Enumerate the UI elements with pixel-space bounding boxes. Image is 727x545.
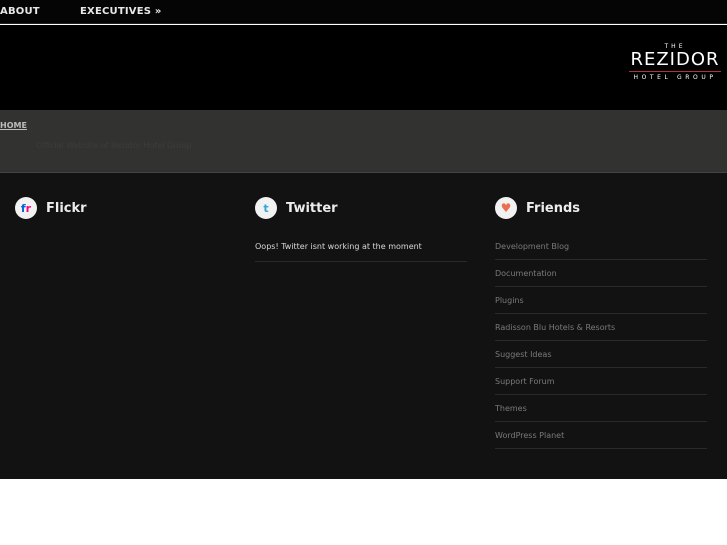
flickr-widget-title: Flickr (46, 200, 87, 216)
page-subtitle: Official Website of Rezidor Hotel Group (36, 141, 192, 150)
list-item: Suggest Ideas (495, 341, 707, 368)
friends-widget: ♥ Friends Development Blog Documentation… (495, 197, 707, 449)
friend-link-support-forum[interactable]: Support Forum (495, 377, 555, 386)
twitter-icon: t (255, 197, 277, 219)
twitter-widget-title: Twitter (286, 200, 338, 216)
logo-name: REZIDOR (630, 49, 720, 70)
friend-link-themes[interactable]: Themes (495, 404, 527, 413)
nav-executives-link[interactable]: EXECUTIVES » (80, 6, 162, 17)
friend-link-radisson-blu[interactable]: Radisson Blu Hotels & Resorts (495, 323, 615, 332)
twitter-error-message: Oops! Twitter isnt working at the moment (255, 242, 467, 262)
friends-link-list: Development Blog Documentation Plugins R… (495, 233, 707, 449)
list-item: Documentation (495, 260, 707, 287)
friend-link-plugins[interactable]: Plugins (495, 296, 524, 305)
site-header: THE REZIDOR HOTEL GROUP (0, 25, 727, 110)
friend-link-documentation[interactable]: Documentation (495, 269, 557, 278)
logo-rule (629, 71, 721, 72)
rezidor-logo[interactable]: THE REZIDOR HOTEL GROUP (625, 43, 725, 81)
list-item: Radisson Blu Hotels & Resorts (495, 314, 707, 341)
top-navigation: ABOUT EXECUTIVES » (0, 0, 727, 24)
flickr-widget: fr Flickr (15, 197, 227, 219)
flickr-widget-header: fr Flickr (15, 197, 227, 219)
list-item: Plugins (495, 287, 707, 314)
twitter-widget-header: t Twitter (255, 197, 467, 219)
flickr-icon: fr (15, 197, 37, 219)
friends-widget-header: ♥ Friends (495, 197, 707, 219)
nav-about-link[interactable]: ABOUT (0, 6, 40, 17)
friend-link-development-blog[interactable]: Development Blog (495, 242, 569, 251)
heart-icon: ♥ (495, 197, 517, 219)
logo-group: HOTEL GROUP (633, 74, 717, 81)
footer-widgets: fr Flickr t Twitter Oops! Twitter isnt w… (0, 173, 727, 479)
friends-widget-title: Friends (526, 200, 581, 216)
list-item: WordPress Planet (495, 422, 707, 449)
list-item: Development Blog (495, 233, 707, 260)
friend-link-wordpress-planet[interactable]: WordPress Planet (495, 431, 564, 440)
friend-link-suggest-ideas[interactable]: Suggest Ideas (495, 350, 552, 359)
breadcrumb-home-link[interactable]: HOME (0, 121, 27, 130)
twitter-widget: t Twitter Oops! Twitter isnt working at … (255, 197, 467, 262)
list-item: Support Forum (495, 368, 707, 395)
list-item: Themes (495, 395, 707, 422)
breadcrumb-bar: HOME Official Website of Rezidor Hotel G… (0, 110, 727, 173)
